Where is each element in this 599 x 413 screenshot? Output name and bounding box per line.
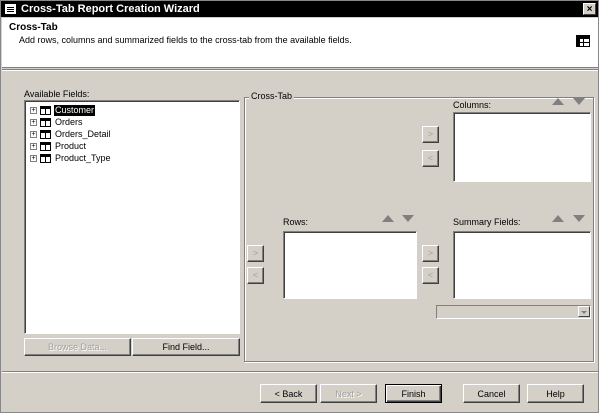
rows-label: Rows: [283, 217, 309, 227]
remove-summary-button[interactable]: < [422, 267, 439, 284]
columns-list[interactable] [453, 112, 591, 182]
help-button[interactable]: Help [527, 384, 584, 403]
available-fields-tree[interactable]: + Customer + Orders + Orders_Detail + Pr… [24, 100, 240, 334]
finish-button[interactable]: Finish [385, 384, 442, 403]
summary-move-down-icon[interactable] [573, 215, 585, 222]
summary-operation-select[interactable] [436, 305, 591, 319]
rows-move-up-icon[interactable] [382, 215, 394, 222]
add-row-button[interactable]: > [247, 245, 264, 262]
tree-item-label: Orders_Detail [55, 129, 111, 139]
summary-fields-label: Summary Fields: [453, 217, 521, 227]
expand-icon[interactable]: + [30, 143, 37, 150]
tree-item-label: Product [55, 141, 87, 151]
columns-label: Columns: [453, 100, 492, 110]
app-icon [5, 4, 16, 14]
table-icon [40, 142, 51, 151]
summary-fields-list[interactable] [453, 231, 591, 299]
cancel-button[interactable]: Cancel [463, 384, 520, 403]
columns-move-up-icon[interactable] [552, 98, 564, 105]
window-title: Cross-Tab Report Creation Wizard [21, 3, 200, 15]
table-icon [40, 154, 51, 163]
back-button[interactable]: < Back [260, 384, 317, 403]
chevron-down-icon[interactable] [578, 306, 590, 317]
add-summary-button[interactable]: > [422, 245, 439, 262]
page-subtitle: Add rows, columns and summarized fields … [19, 35, 352, 45]
rows-list[interactable] [283, 231, 417, 299]
next-button[interactable]: Next > [320, 384, 377, 403]
table-icon [40, 106, 51, 115]
wizard-header: Cross-Tab Add rows, columns and summariz… [2, 18, 598, 68]
table-icon [40, 130, 51, 139]
tree-item-label: Customer [54, 105, 96, 116]
rows-move-down-icon[interactable] [402, 215, 414, 222]
summary-move-up-icon[interactable] [552, 215, 564, 222]
remove-row-button[interactable]: < [247, 267, 264, 284]
find-field-button[interactable]: Find Field... [132, 338, 240, 356]
expand-icon[interactable]: + [30, 131, 37, 138]
title-bar: Cross-Tab Report Creation Wizard × [1, 1, 598, 17]
tree-item-label: Orders [55, 117, 83, 127]
wizard-window: Cross-Tab Report Creation Wizard × Cross… [0, 0, 599, 413]
tree-item-label: Product_Type [55, 153, 111, 163]
columns-move-down-icon[interactable] [573, 98, 585, 105]
close-button[interactable]: × [583, 3, 596, 15]
page-title: Cross-Tab [9, 22, 58, 33]
expand-icon[interactable]: + [30, 119, 37, 126]
table-icon [40, 118, 51, 127]
expand-icon[interactable]: + [30, 155, 37, 162]
footer-divider [2, 371, 598, 373]
remove-column-button[interactable]: < [422, 150, 439, 167]
browse-data-button[interactable]: Browse Data... [24, 338, 131, 356]
expand-icon[interactable]: + [30, 107, 37, 114]
available-fields-label: Available Fields: [24, 89, 90, 99]
header-divider [2, 69, 598, 71]
crosstab-group-label: Cross-Tab [249, 91, 295, 101]
crosstab-grid-icon [576, 35, 590, 47]
add-column-button[interactable]: > [422, 126, 439, 143]
